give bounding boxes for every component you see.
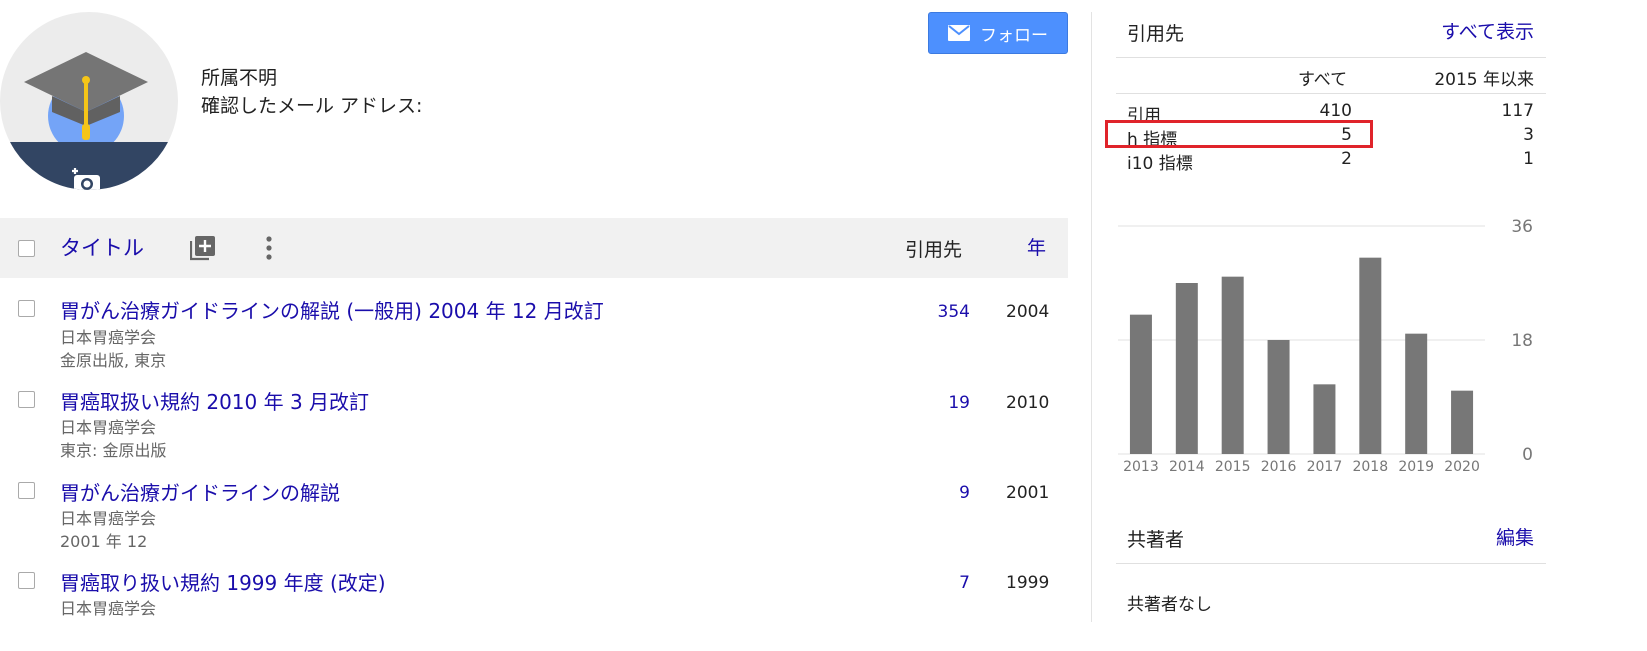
bar-2013[interactable] (1129, 314, 1152, 454)
stat-all-citations: 410 (1319, 101, 1352, 121)
sort-by-title[interactable]: タイトル (60, 232, 144, 262)
row-checkbox[interactable] (18, 391, 35, 408)
x-tick-label: 2018 (1352, 459, 1388, 475)
divider (1116, 57, 1546, 58)
article-year: 2001 (1006, 483, 1050, 503)
affiliation-text: 所属不明 (201, 67, 278, 89)
follow-label: フォロー (980, 25, 1048, 46)
bar-2014[interactable] (1175, 283, 1198, 454)
stat-since-i10-index: 1 (1523, 149, 1534, 169)
select-all-checkbox[interactable] (18, 240, 35, 257)
article-source: 東京: 金原出版 (60, 441, 167, 460)
article-authors: 日本胃癌学会 (60, 509, 157, 528)
row-checkbox[interactable] (18, 482, 35, 499)
bar-2019[interactable] (1405, 333, 1428, 454)
sort-by-year[interactable]: 年 (1027, 233, 1046, 260)
show-all-link[interactable]: すべて表示 (1441, 17, 1534, 44)
sort-by-cited[interactable]: 引用先 (905, 235, 962, 262)
article-year: 2004 (1006, 302, 1050, 322)
article-year: 2010 (1006, 393, 1050, 413)
y-tick-label: 36 (1511, 217, 1533, 237)
edit-coauthors-link[interactable]: 編集 (1496, 523, 1534, 550)
mail-icon (948, 25, 970, 41)
bar-2020[interactable] (1451, 390, 1474, 454)
divider (1116, 563, 1546, 564)
follow-button[interactable]: フォロー (928, 12, 1068, 54)
bar-2016[interactable] (1267, 340, 1290, 454)
coauthors-title: 共著者 (1127, 529, 1185, 551)
x-tick-label: 2013 (1123, 459, 1159, 475)
citations-per-year-chart: 0 18 36 2013 2014 2015 2016 2017 2018 2019 2020 (1118, 217, 1533, 475)
x-tick-label: 2016 (1261, 459, 1297, 475)
article-title-link[interactable]: 胃癌取扱い規約 2010 年 3 月改訂 (60, 386, 369, 415)
y-tick-label: 18 (1511, 331, 1533, 351)
x-tick-label: 2019 (1398, 459, 1434, 475)
column-header-since: 2015 年以来 (1434, 70, 1534, 90)
profile-info: 所属不明 確認したメール アドレス: (201, 64, 422, 120)
verified-email-text: 確認したメール アドレス: (201, 95, 423, 117)
article-authors: 日本胃癌学会 (60, 328, 157, 347)
add-article-icon[interactable] (190, 235, 216, 261)
x-tick-label: 2014 (1169, 459, 1205, 475)
article-cited-count[interactable]: 9 (910, 483, 970, 503)
article-source: 2001 年 12 (60, 532, 148, 551)
article-source: 金原出版, 東京 (60, 351, 167, 370)
article-authors: 日本胃癌学会 (60, 418, 157, 437)
bar-2018[interactable] (1359, 257, 1382, 454)
bar-2015[interactable] (1221, 276, 1244, 454)
stat-all-i10-index: 2 (1341, 149, 1352, 169)
article-authors: 日本胃癌学会 (60, 599, 157, 618)
article-title-link[interactable]: 胃がん治療ガイドラインの解説 (60, 477, 340, 506)
x-tick-label: 2015 (1215, 459, 1251, 475)
stat-label-i10-index: i10 指標 (1127, 154, 1193, 174)
bar-2017[interactable] (1313, 384, 1336, 454)
article-cited-count[interactable]: 19 (910, 393, 970, 413)
h-index-highlight-box (1105, 120, 1373, 148)
stat-since-h-index: 3 (1523, 125, 1534, 145)
column-header-all: すべて (1298, 70, 1348, 90)
add-photo-icon[interactable] (70, 167, 104, 190)
divider (1116, 93, 1546, 94)
article-year: 1999 (1006, 573, 1050, 593)
row-checkbox[interactable] (18, 572, 35, 589)
stat-since-citations: 117 (1501, 101, 1534, 121)
more-options-icon[interactable] (264, 235, 274, 261)
row-checkbox[interactable] (18, 300, 35, 317)
article-title-link[interactable]: 胃癌取り扱い規約 1999 年度 (改定) (60, 567, 386, 596)
citations-title: 引用先 (1127, 23, 1185, 45)
x-tick-label: 2020 (1444, 459, 1480, 475)
y-tick-label: 0 (1522, 445, 1533, 465)
article-cited-count[interactable]: 7 (910, 573, 970, 593)
no-coauthors-text: 共著者なし (1127, 595, 1212, 615)
panel-divider (1091, 12, 1092, 622)
article-cited-count[interactable]: 354 (910, 302, 970, 322)
graduation-cap-icon (0, 52, 178, 190)
article-title-link[interactable]: 胃がん治療ガイドラインの解説 (一般用) 2004 年 12 月改訂 (60, 295, 604, 324)
profile-avatar[interactable] (0, 12, 178, 190)
x-tick-label: 2017 (1307, 459, 1343, 475)
